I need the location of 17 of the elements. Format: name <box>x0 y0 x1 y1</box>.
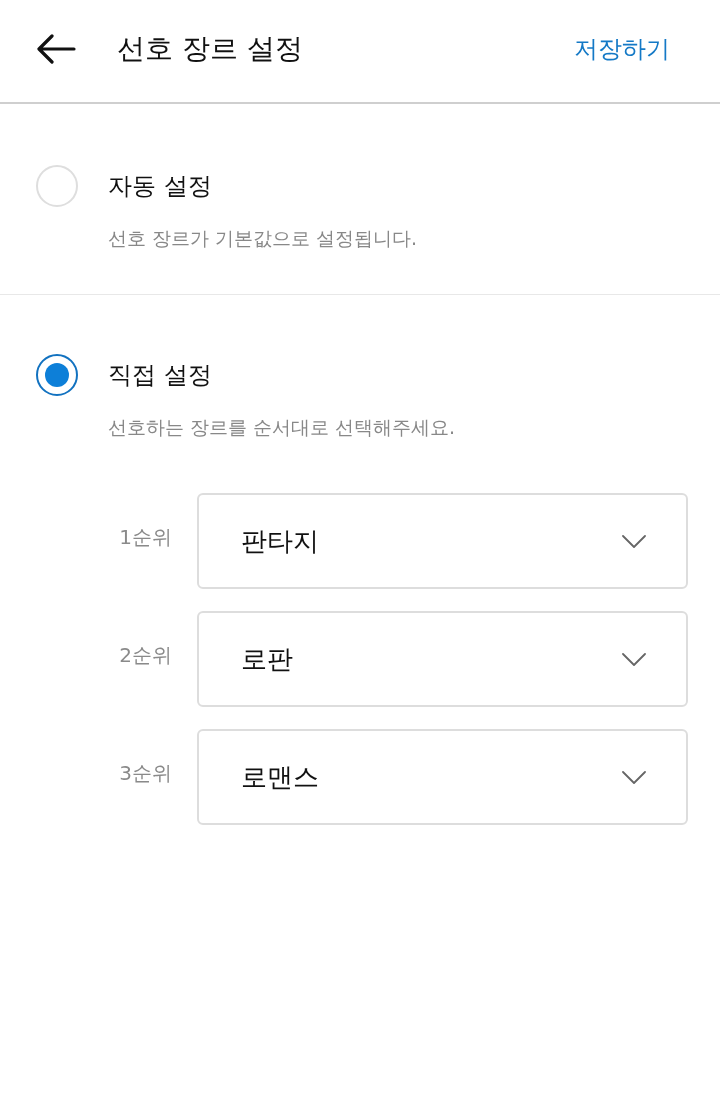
radio-button[interactable] <box>36 354 78 396</box>
chevron-down-icon <box>622 652 646 666</box>
genre-select[interactable]: 로판 <box>197 611 688 707</box>
option-description: 선호 장르가 기본값으로 설정됩니다. <box>108 226 419 251</box>
save-button[interactable]: 저장하기 <box>574 33 670 65</box>
chevron-down-icon <box>622 770 646 784</box>
option-label: 직접 설정 <box>108 360 212 391</box>
genre-select[interactable]: 로맨스 <box>197 729 688 825</box>
rank-label: 2순위 <box>118 642 172 669</box>
chevron-down-icon <box>622 534 646 548</box>
rank-label: 1순위 <box>118 524 172 551</box>
rank-label: 3순위 <box>118 760 172 787</box>
page-title: 선호 장르 설정 <box>117 31 304 67</box>
back-arrow-icon[interactable] <box>36 34 76 64</box>
option-description: 선호하는 장르를 순서대로 선택해주세요. <box>108 415 457 440</box>
genre-select[interactable]: 판타지 <box>197 493 688 589</box>
option-label: 자동 설정 <box>108 171 212 202</box>
